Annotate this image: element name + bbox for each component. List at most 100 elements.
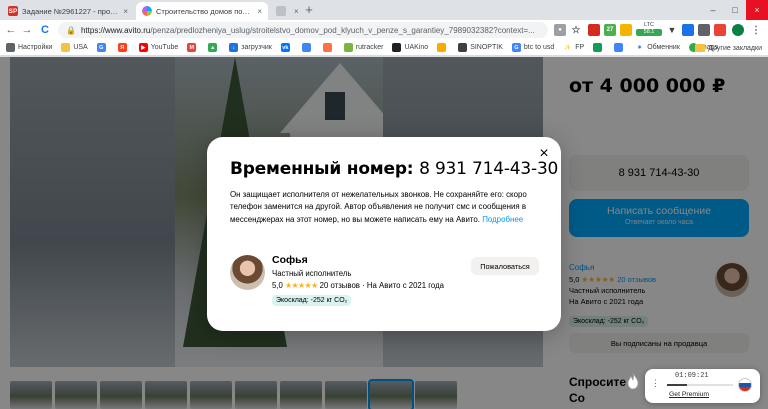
bookmark-label: btc to usd: [523, 44, 555, 51]
bookmark-label: FP: [575, 44, 585, 51]
blue-extension-icon[interactable]: [682, 24, 694, 36]
widget-menu-icon[interactable]: ⋮: [651, 378, 660, 389]
bookmark-usa[interactable]: USA: [61, 43, 88, 52]
complain-button[interactable]: Пожаловаться: [471, 257, 539, 275]
fp-icon: ✨: [564, 44, 572, 51]
profile-avatar[interactable]: [732, 24, 744, 36]
tab-strip: SP Задание №2961227 - просмотр з × Строи…: [0, 0, 768, 20]
vk-icon: vk: [280, 43, 290, 52]
menu-icon[interactable]: ⋮: [750, 24, 762, 36]
close-tab-icon[interactable]: ×: [257, 7, 262, 16]
red-extension-icon[interactable]: [714, 24, 726, 36]
folder-icon: [61, 43, 71, 52]
bookmark-label: UAKino: [404, 44, 429, 51]
bookmark-vk[interactable]: vk: [280, 43, 293, 52]
uakino-icon: [392, 43, 402, 52]
eco-badge: Экосклад: -252 кг CO₂: [272, 295, 352, 306]
bookmark-item[interactable]: [437, 43, 449, 52]
close-tab-icon[interactable]: ×: [294, 7, 299, 16]
bookmark-docs[interactable]: [301, 43, 314, 52]
recording-timer: 01:09:21: [675, 372, 709, 380]
bookmark-label: SINOPTIK: [470, 44, 503, 51]
close-window-button[interactable]: ×: [746, 0, 768, 20]
bookmark-gmail[interactable]: M: [187, 43, 199, 52]
bookmark-btc[interactable]: Gbtc to usd: [511, 43, 555, 52]
address-url: https://www.avito.ru/penza/predlozheniya…: [81, 26, 548, 35]
bookmark-excel[interactable]: [593, 43, 605, 52]
bookmark-settings[interactable]: Настройки: [6, 43, 52, 52]
bookmark-sinoptik[interactable]: SINOPTIK: [458, 43, 503, 52]
flag-extension-icon[interactable]: [588, 24, 600, 36]
exchange-icon: ✴: [637, 44, 642, 51]
tab-title: Строительство домов под ключ с: [156, 6, 253, 16]
translate-icon: [614, 43, 624, 52]
seller-rating: 5,0 ★★★★★ 20 отзывов · На Авито с 2021 г…: [272, 281, 444, 290]
get-premium-link[interactable]: Get Premium: [669, 391, 709, 398]
ltc-value: 58.1: [636, 29, 662, 36]
vpn-icon[interactable]: ▼: [666, 24, 678, 36]
address-bar[interactable]: 🔒 https://www.avito.ru/penza/predlozheni…: [58, 22, 548, 38]
ltc-label: LTC: [644, 22, 654, 28]
google-icon: G: [511, 43, 521, 52]
green-extension-icon[interactable]: 27: [604, 24, 616, 36]
tab-blank[interactable]: ×: [270, 2, 300, 20]
download-icon: ↓: [229, 43, 239, 52]
fire-icon[interactable]: [626, 372, 640, 390]
ltc-extension[interactable]: LTC 58.1: [636, 22, 662, 38]
bookmark-drive[interactable]: ▲: [208, 43, 220, 52]
google-icon: G: [96, 43, 106, 52]
bookmark-downloader[interactable]: ↓ загрузчик: [229, 43, 272, 52]
bookmark-rutracker[interactable]: rutracker: [343, 43, 384, 52]
url-path: /penza/predlozheniya_uslug/stroitelstvo_…: [150, 25, 535, 35]
back-button[interactable]: ←: [4, 23, 18, 37]
sheets-icon: [322, 43, 332, 52]
bookmark-translate[interactable]: [614, 43, 626, 52]
bookmark-label: rutracker: [355, 44, 384, 51]
maximize-button[interactable]: □: [724, 0, 746, 20]
star-icon[interactable]: ☆: [570, 24, 582, 36]
bookmark-exchange[interactable]: ✴ Обменник: [635, 43, 680, 52]
recording-progress: [667, 384, 733, 386]
other-bookmarks[interactable]: Другие закладки: [695, 40, 762, 56]
bookmark-sheets[interactable]: [322, 43, 335, 52]
tab-avito[interactable]: Строительство домов под ключ с ×: [136, 2, 268, 20]
docs-icon: [301, 43, 311, 52]
puzzle-icon[interactable]: [698, 24, 710, 36]
seller-name[interactable]: Софья: [272, 254, 308, 266]
window-controls: – □ ×: [702, 0, 768, 20]
reload-button[interactable]: C: [38, 23, 52, 37]
bookmark-yandex[interactable]: Я: [117, 43, 130, 52]
search-icon[interactable]: ●: [554, 24, 566, 36]
rutracker-icon: [343, 43, 353, 52]
temporary-phone-number: 8 931 714-43-30: [419, 159, 559, 179]
new-tab-button[interactable]: +: [302, 3, 316, 17]
russia-flag-icon[interactable]: [738, 378, 752, 392]
bookmark-icon: [437, 43, 447, 52]
temporary-number-modal: × Временный номер: 8 931 714-43-30 Он за…: [207, 137, 561, 331]
page-favicon-icon: [276, 6, 286, 16]
bookmark-google[interactable]: G: [96, 43, 109, 52]
rating-value: 5,0: [272, 281, 283, 290]
seller-avatar[interactable]: [230, 255, 265, 290]
bookmark-fp[interactable]: ✨ FP: [563, 43, 584, 52]
minimize-button[interactable]: –: [702, 0, 724, 20]
bookmark-label: Настройки: [18, 44, 53, 51]
lock-icon: 🔒: [66, 25, 76, 35]
close-tab-icon[interactable]: ×: [123, 7, 128, 16]
gmail-icon: M: [187, 43, 197, 52]
drive-icon: ▲: [208, 43, 218, 52]
yellow-extension-icon[interactable]: [620, 24, 632, 36]
more-info-link[interactable]: Подробнее: [482, 215, 523, 224]
bookmark-youtube[interactable]: ▶ YouTube: [138, 43, 178, 52]
bookmark-uakino[interactable]: UAKino: [392, 43, 428, 52]
other-bookmarks-label: Другие закладки: [708, 44, 762, 52]
modal-title-prefix: Временный номер:: [230, 159, 414, 179]
screen-recorder-widget: ⋮ 01:09:21 Get Premium: [645, 369, 760, 403]
seller-since: · На Авито с 2021 года: [362, 281, 444, 290]
url-host: https://www.avito.ru: [80, 25, 151, 35]
yandex-icon: Я: [117, 43, 127, 52]
rating-stars-icon: ★★★★★: [285, 281, 318, 290]
forward-button[interactable]: →: [20, 23, 34, 37]
reviews-count[interactable]: 20 отзывов: [320, 281, 360, 290]
tab-task[interactable]: SP Задание №2961227 - просмотр з ×: [2, 2, 134, 20]
